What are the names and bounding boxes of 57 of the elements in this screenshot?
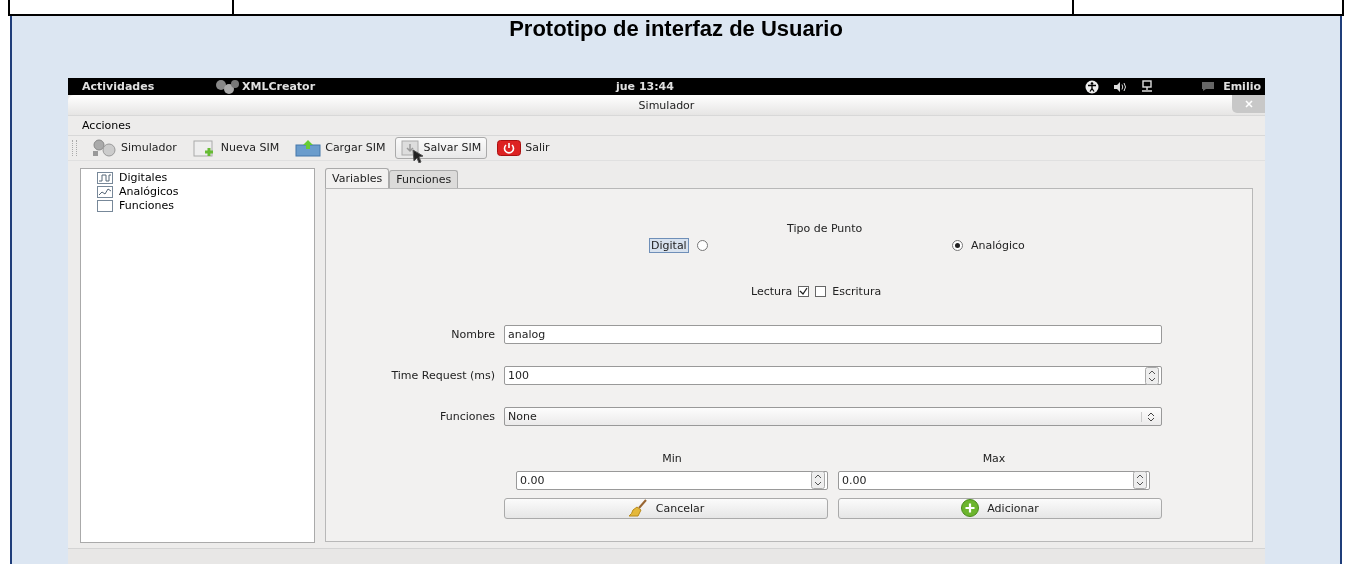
radio-label[interactable]: Digital	[649, 238, 689, 254]
tree-item[interactable]: Funciones	[119, 199, 174, 213]
activities-button[interactable]: Actividades	[82, 80, 214, 93]
spin-buttons-icon[interactable]	[1145, 366, 1159, 385]
folder-upload-icon	[295, 138, 322, 157]
close-icon	[1244, 100, 1253, 108]
chat-icon	[1201, 81, 1216, 92]
toolbar-button[interactable]: Nueva SIM	[186, 136, 286, 159]
up-down-arrows-icon	[1141, 411, 1155, 422]
toolbar-button[interactable]: Cargar SIM	[289, 136, 392, 159]
section-label: Tipo de Punto	[787, 221, 863, 235]
document-title: Prototipo de interfaz de Usuario	[509, 16, 843, 42]
clock[interactable]: jue 13:44	[616, 80, 674, 93]
square-wave-icon	[97, 171, 113, 184]
field-label: Max	[982, 451, 1006, 465]
volume-icon[interactable]	[1113, 80, 1128, 93]
spin-field[interactable]: 0.00	[516, 470, 828, 490]
function-icon	[97, 199, 113, 212]
power-icon	[497, 139, 522, 156]
dropdown[interactable]: None	[504, 407, 1162, 427]
field-label: Min	[662, 451, 682, 465]
field-label: Nombre	[450, 328, 495, 342]
field-label: Funciones	[439, 410, 495, 424]
tree-item[interactable]: Digitales	[119, 171, 168, 185]
spin-buttons-icon[interactable]	[811, 471, 825, 490]
spin-buttons-icon[interactable]	[1133, 471, 1147, 490]
toolbar-button[interactable]: Salir	[491, 136, 556, 159]
spin-field[interactable]: 0.00	[838, 470, 1150, 490]
field-label: Time Request (ms)	[390, 369, 495, 383]
add-icon	[961, 499, 980, 518]
checkbox-label[interactable]: Escritura	[832, 285, 882, 299]
checkbox-label[interactable]: Lectura	[751, 285, 793, 299]
action-button[interactable]: Cancelar	[504, 497, 828, 519]
input-field[interactable]: analog	[504, 325, 1162, 345]
radio-label[interactable]: Analógico	[971, 239, 1025, 253]
download-icon	[401, 139, 420, 156]
checkbox[interactable]	[798, 286, 810, 298]
gears-icon	[91, 138, 117, 157]
radio-button[interactable]	[696, 240, 708, 252]
network-icon[interactable]	[1141, 80, 1154, 93]
window-title: Simulador	[638, 98, 695, 112]
tab[interactable]: Funciones	[389, 169, 459, 188]
toolbar-button[interactable]: Simulador	[85, 136, 183, 159]
checkbox[interactable]	[815, 286, 827, 298]
user-name[interactable]: Emilio	[1223, 80, 1261, 93]
tab[interactable]: Variables	[325, 167, 390, 188]
action-button[interactable]: Adicionar	[838, 497, 1162, 519]
menu-item[interactable]: Acciones	[82, 118, 131, 132]
app-name[interactable]: XMLCreator	[242, 80, 316, 93]
broom-icon	[627, 499, 648, 518]
tree-item[interactable]: Analógicos	[119, 185, 179, 199]
radio-button[interactable]	[952, 240, 963, 252]
accessibility-icon[interactable]	[1085, 79, 1100, 94]
mouse-cursor-icon	[412, 148, 425, 163]
app-icon	[214, 79, 240, 94]
graph-line-icon	[97, 185, 113, 198]
spin-field[interactable]: 100	[504, 366, 1162, 386]
